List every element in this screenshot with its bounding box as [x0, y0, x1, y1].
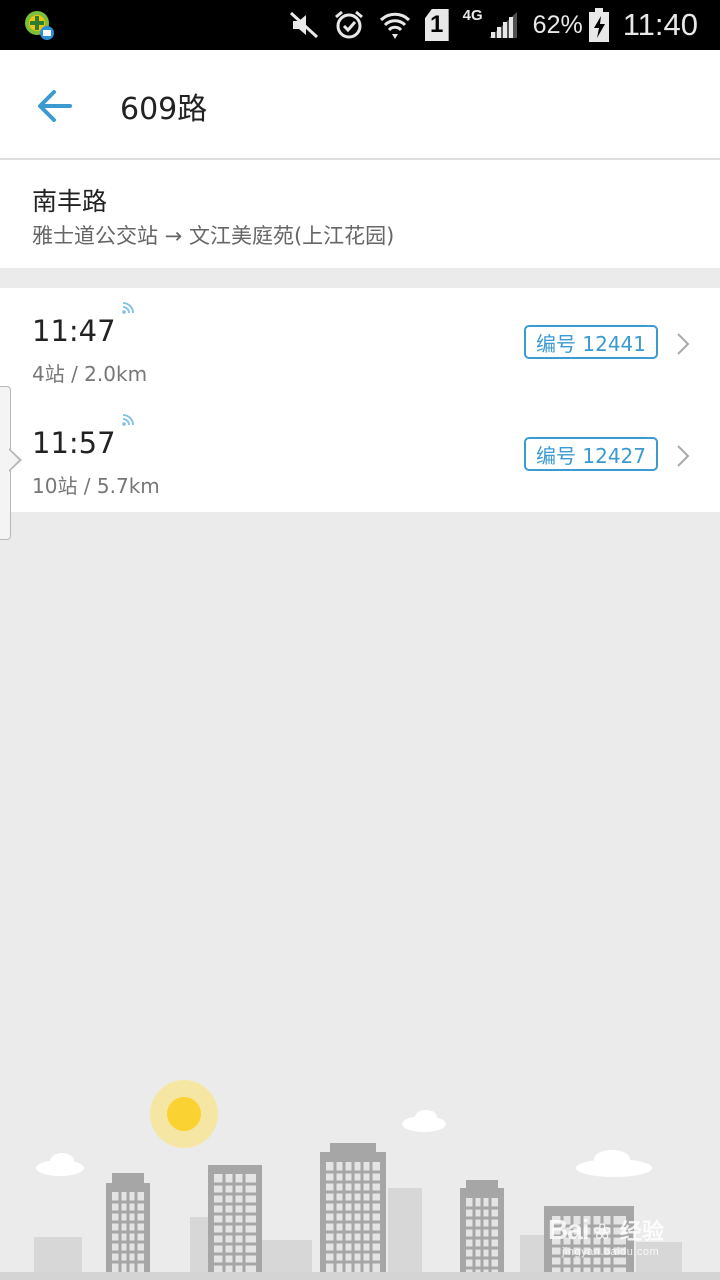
distance-info: 4站 / 2.0km — [32, 362, 148, 386]
page-title: 609路 — [120, 92, 208, 127]
alarm-icon — [334, 10, 363, 39]
sim-icon: 1 — [424, 9, 449, 41]
watermark: Bai ❀ 经验 jingyan.baidu.com — [548, 1214, 664, 1258]
bus-list-item[interactable]: 11:47 4站 / 2.0km 编号 12441 — [0, 288, 720, 400]
sim-slot-label: 1 — [429, 11, 444, 38]
bus-id-badge: 编号 12441 — [524, 325, 658, 359]
watermark-url: jingyan.baidu.com — [562, 1246, 660, 1258]
clock: 11:40 — [622, 7, 698, 42]
app-notification-icon — [25, 11, 54, 40]
back-arrow-icon[interactable] — [34, 86, 78, 126]
battery-percent: 62% — [532, 10, 583, 39]
stop-panel: 南丰路 雅士道公交站 → 文江美庭苑(上江花园) — [0, 160, 720, 268]
app-header: 609路 — [0, 50, 720, 160]
battery-charging-icon — [588, 8, 609, 42]
arrival-time: 11:47 — [32, 314, 116, 348]
bus-list-item[interactable]: 11:57 10站 / 5.7km 编号 12427 — [0, 400, 720, 512]
chevron-right-icon — [677, 333, 690, 355]
stop-name: 南丰路 — [32, 187, 108, 216]
bus-list: 11:47 4站 / 2.0km 编号 12441 11:57 10站 / 5.… — [0, 288, 720, 512]
watermark-logo: Bai — [548, 1214, 590, 1245]
watermark-suffix: 经验 — [619, 1219, 664, 1244]
network-type-label: 4G — [462, 6, 483, 24]
wifi-icon — [379, 12, 410, 39]
realtime-signal-icon — [122, 414, 134, 426]
bus-id-badge: 编号 12427 — [524, 437, 658, 471]
mute-icon — [289, 11, 318, 39]
arrival-time: 11:57 — [32, 426, 116, 460]
paw-icon: ❀ — [593, 1219, 612, 1244]
distance-info: 10站 / 5.7km — [32, 474, 160, 498]
status-bar: 1 4G 62% 11:40 — [0, 0, 720, 50]
route-direction: 雅士道公交站 → 文江美庭苑(上江花园) — [32, 224, 395, 248]
signal-icon — [488, 12, 517, 38]
chevron-right-icon — [677, 445, 690, 467]
realtime-signal-icon — [122, 302, 134, 314]
